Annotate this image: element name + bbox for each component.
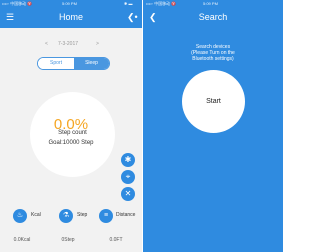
search-nav-bar: ❮ Search xyxy=(143,7,283,28)
share-icon[interactable]: ❮• xyxy=(127,12,138,22)
kcal-value: 0.0Kcal xyxy=(13,237,31,243)
kcal-label: Kcal xyxy=(31,212,41,218)
distance-label: Distance xyxy=(116,212,136,218)
clock-text: 5:09 PM xyxy=(203,1,218,6)
home-screen: ••••◦ 中国移动 ♈ 5:09 PM ✱ ▬ ☰ Home ❮• < 7-3… xyxy=(0,0,142,252)
home-nav-bar: ☰ Home ❮• xyxy=(0,7,142,28)
tab-sleep[interactable]: Sleep xyxy=(74,58,109,69)
bluetooth-icon[interactable]: ✱ xyxy=(121,153,135,167)
pin-icon[interactable]: ⌖ xyxy=(121,170,135,184)
search-instructions: Search devices (Please Turn on the Bluetoo… xyxy=(143,44,283,62)
status-bar: ••••◦ 中国移动 ♈ 5:09 PM ✱ ▬ xyxy=(0,0,142,7)
step-value: 0Step xyxy=(61,237,75,243)
step-percent: 0.0% xyxy=(53,116,89,133)
search-screen: ••••◦ 中国移动 ♈ 5:09 PM ❮ Search Search dev… xyxy=(143,0,283,252)
distance-icon: ≡ xyxy=(99,209,113,223)
step-goal: Goal:10000 Step xyxy=(48,140,94,146)
page-title: Home xyxy=(58,12,83,22)
battery-icon: ✱ ▬ xyxy=(124,1,133,6)
tab-sport[interactable]: Sport xyxy=(38,58,74,69)
search-instruction-line: Bluetooth settings) xyxy=(192,56,234,62)
flame-icon: ♨ xyxy=(13,209,27,223)
clock-text: 5:09 PM xyxy=(62,1,77,6)
date-label: 7-3-2017 xyxy=(58,41,79,47)
step-progress-circle: Step count xyxy=(30,92,115,177)
next-day-button[interactable]: > xyxy=(96,41,99,47)
date-selector: < 7-3-2017 > xyxy=(0,40,142,50)
shoe-icon: ⚗ xyxy=(59,209,73,223)
status-bar: ••••◦ 中国移动 ♈ 5:09 PM xyxy=(143,0,283,7)
close-icon[interactable]: ✕ xyxy=(121,187,135,201)
mode-toggle: Sport Sleep xyxy=(37,57,110,70)
page-title: Search xyxy=(198,12,228,22)
previous-day-button[interactable]: < xyxy=(45,41,48,47)
step-label: Step xyxy=(77,212,88,218)
distance-value: 0.0FT xyxy=(109,237,123,243)
start-button[interactable]: Start xyxy=(182,70,245,133)
